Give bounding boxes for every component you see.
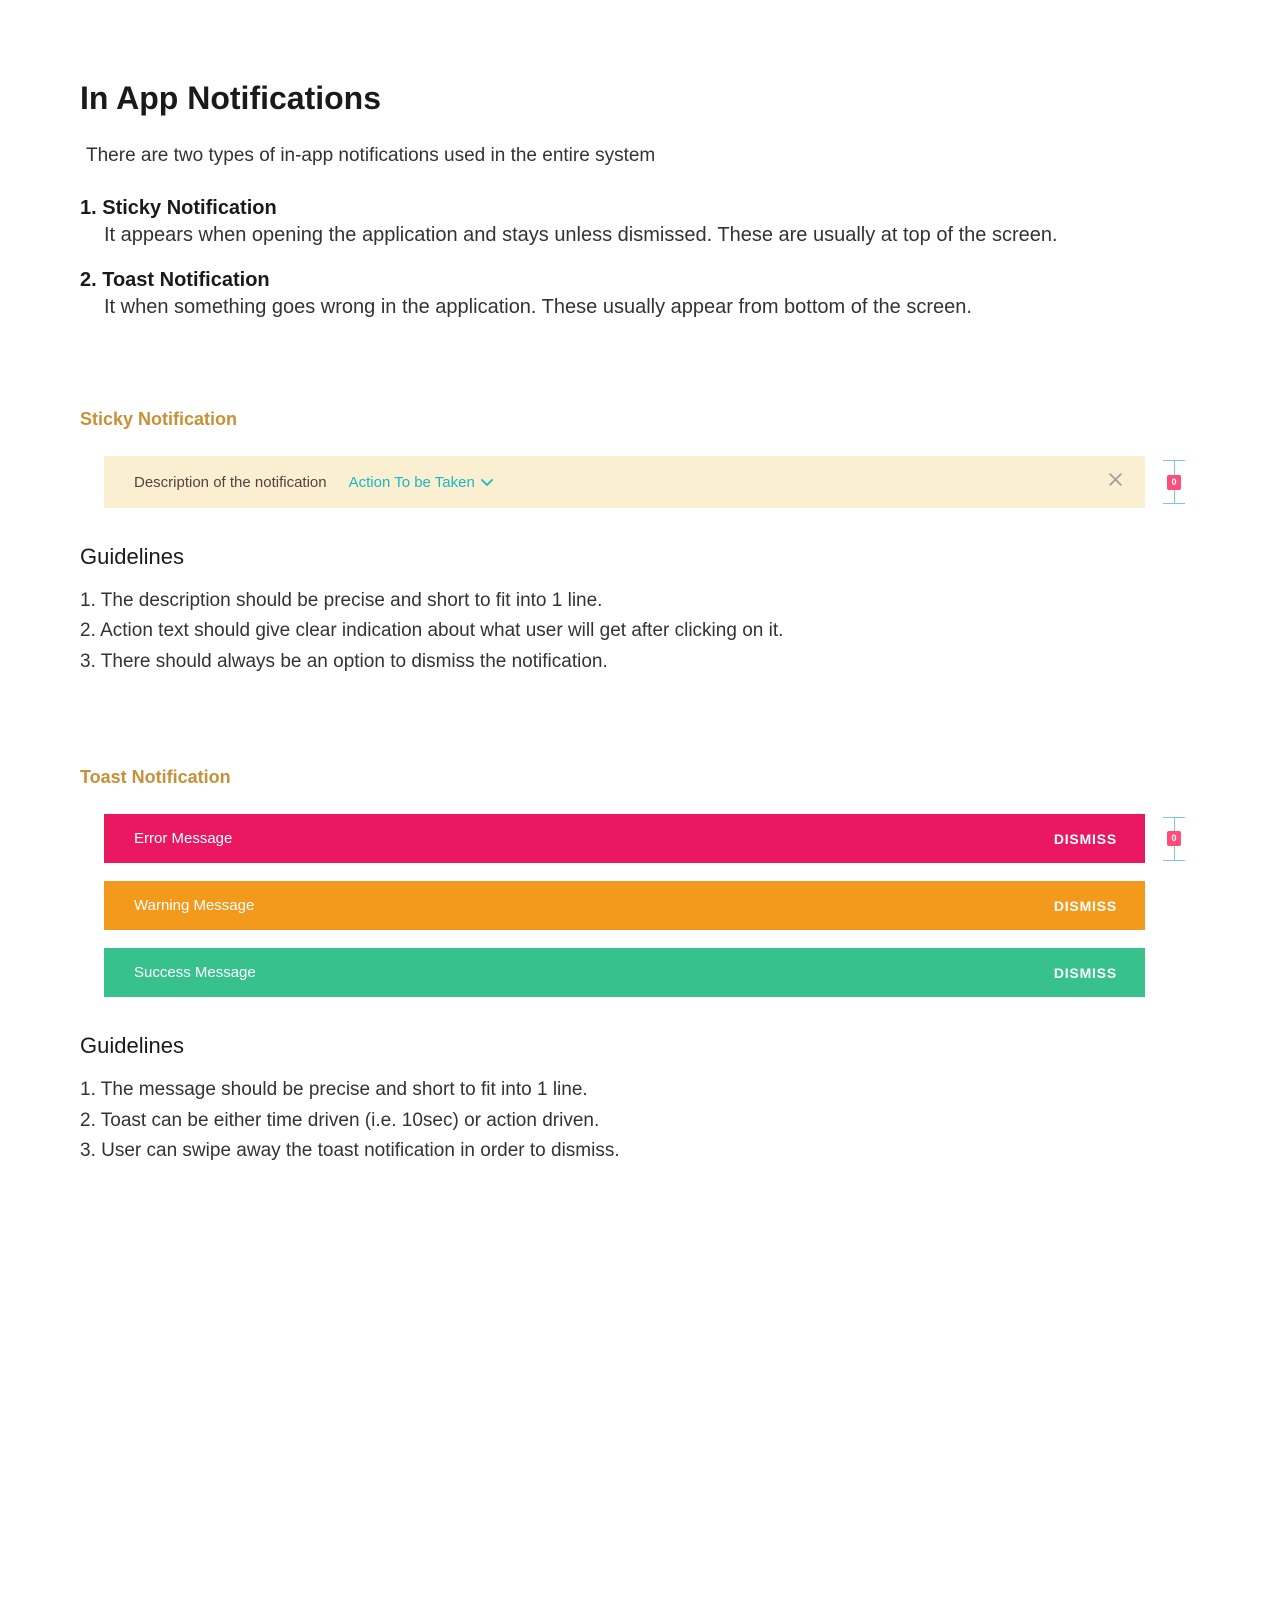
spec-badge-icon: 0 — [1167, 831, 1180, 846]
toast-error-text: Error Message — [134, 830, 232, 847]
toast-error-dismiss[interactable]: DISMISS — [1054, 831, 1117, 847]
sticky-action-link[interactable]: Action To be Taken — [349, 474, 493, 491]
guideline-item: 3. User can swipe away the toast notific… — [80, 1136, 1185, 1166]
toast-section-label: Toast Notification — [80, 767, 1185, 788]
close-icon — [1108, 472, 1123, 492]
guideline-item: 1. The message should be precise and sho… — [80, 1075, 1185, 1105]
sticky-notification: Description of the notification Action T… — [104, 456, 1145, 508]
guidelines-heading-2: Guidelines — [80, 1033, 1185, 1059]
spec-badge-icon: 0 — [1167, 475, 1180, 490]
type-toast-title: 2. Toast Notification — [80, 269, 1185, 292]
close-button[interactable] — [1108, 472, 1123, 492]
intro-text: There are two types of in-app notificati… — [86, 145, 1185, 167]
type-toast-desc: It when something goes wrong in the appl… — [104, 296, 1185, 319]
toast-warning: Warning Message DISMISS — [104, 881, 1145, 930]
toast-warning-dismiss[interactable]: DISMISS — [1054, 898, 1117, 914]
height-spec-indicator: 0 — [1163, 817, 1185, 861]
sticky-action-text: Action To be Taken — [349, 474, 475, 491]
type-sticky-title: 1. Sticky Notification — [80, 197, 1185, 220]
toast-success: Success Message DISMISS — [104, 948, 1145, 997]
toast-error: Error Message DISMISS — [104, 814, 1145, 863]
toast-warning-text: Warning Message — [134, 897, 254, 914]
page-title: In App Notifications — [80, 80, 1185, 117]
height-spec-indicator: 0 — [1163, 460, 1185, 504]
type-toast: 2. Toast Notification It when something … — [80, 269, 1185, 319]
guideline-item: 2. Toast can be either time driven (i.e.… — [80, 1106, 1185, 1136]
guidelines-heading-1: Guidelines — [80, 544, 1185, 570]
guideline-item: 2. Action text should give clear indicat… — [80, 616, 1185, 646]
guideline-item: 1. The description should be precise and… — [80, 586, 1185, 616]
sticky-description: Description of the notification — [134, 474, 327, 491]
toast-success-dismiss[interactable]: DISMISS — [1054, 965, 1117, 981]
type-sticky-desc: It appears when opening the application … — [104, 224, 1185, 247]
type-sticky: 1. Sticky Notification It appears when o… — [80, 197, 1185, 247]
chevron-down-icon — [481, 478, 493, 487]
guideline-item: 3. There should always be an option to d… — [80, 647, 1185, 677]
sticky-section-label: Sticky Notification — [80, 409, 1185, 430]
toast-success-text: Success Message — [134, 964, 256, 981]
